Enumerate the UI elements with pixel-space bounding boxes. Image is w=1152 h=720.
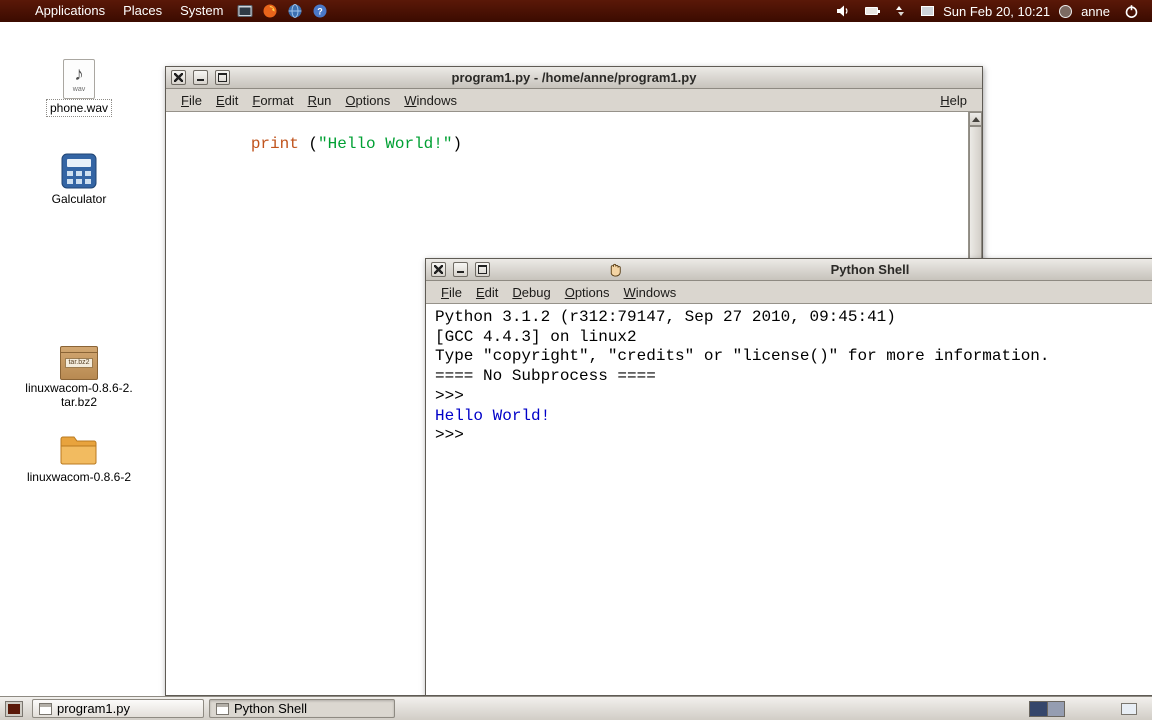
taskbar-right <box>1029 700 1147 717</box>
scroll-up-icon[interactable] <box>969 112 982 126</box>
shell-window: Python Shell File Edit Debug Options Win… <box>425 258 1152 696</box>
shell-titlebar[interactable]: Python Shell <box>426 259 1152 281</box>
firefox-launcher-icon[interactable] <box>261 3 278 20</box>
power-icon[interactable] <box>1123 3 1140 20</box>
archive-icon: tar.bz2 <box>19 336 139 380</box>
desktop-surface[interactable]: Applications Places System ? Sun Feb 20,… <box>0 0 1152 720</box>
globe-launcher-icon[interactable] <box>286 3 303 20</box>
shell-line: ==== No Subprocess ==== <box>435 367 656 386</box>
close-icon[interactable] <box>171 70 186 85</box>
svg-text:?: ? <box>317 7 323 17</box>
volume-icon[interactable] <box>835 3 852 20</box>
code-paren-open: ( <box>298 135 319 153</box>
window-controls <box>426 262 490 277</box>
shell-menubar: File Edit Debug Options Windows <box>426 281 1152 304</box>
editor-menubar: File Edit Format Run Options Windows Hel… <box>166 89 982 112</box>
desktop-icon-label: linuxwacom-0.8.6-2 <box>26 470 132 484</box>
editor-menu-windows[interactable]: Windows <box>397 93 464 108</box>
desktop-icon-galculator[interactable]: Galculator <box>19 146 139 208</box>
shell-line: Python 3.1.2 (r312:79147, Sep 27 2010, 0… <box>435 308 896 326</box>
music-note-icon: ♪ <box>74 64 84 85</box>
calculator-icon <box>19 146 139 190</box>
panel-status-area: Sun Feb 20, 10:21 anne <box>831 3 1152 20</box>
shell-prompt: >>> <box>435 426 474 445</box>
menu-system[interactable]: System <box>171 0 232 22</box>
shell-menu-edit[interactable]: Edit <box>469 285 505 300</box>
editor-menu-edit[interactable]: Edit <box>209 93 245 108</box>
show-desktop-icon[interactable] <box>5 700 23 717</box>
taskbar-button-label: program1.py <box>57 701 130 716</box>
shell-output: Hello World! <box>435 406 551 425</box>
editor-menu-run[interactable]: Run <box>301 93 339 108</box>
minimize-icon[interactable] <box>453 262 468 277</box>
menu-places[interactable]: Places <box>114 0 171 22</box>
editor-menu-options[interactable]: Options <box>338 93 397 108</box>
network-icon[interactable] <box>891 3 908 20</box>
hand-cursor-icon <box>606 260 626 285</box>
taskbar-button-editor[interactable]: program1.py <box>32 699 204 718</box>
username-label[interactable]: anne <box>1081 4 1110 19</box>
maximize-icon[interactable] <box>215 70 230 85</box>
shell-line: Type "copyright", "credits" or "license(… <box>435 347 1050 366</box>
shell-menu-windows[interactable]: Windows <box>617 285 684 300</box>
close-icon[interactable] <box>431 262 446 277</box>
editor-menu-format[interactable]: Format <box>245 93 300 108</box>
shell-text-area[interactable]: Python 3.1.2 (r312:79147, Sep 27 2010, 0… <box>426 304 1152 695</box>
desktop-icon-label: Galculator <box>51 192 107 206</box>
desktop-icon-phone-wav[interactable]: ♪ wav phone.wav <box>19 55 139 117</box>
panel-clock[interactable]: Sun Feb 20, 10:21 <box>943 4 1050 19</box>
code-keyword: print <box>250 135 299 153</box>
menu-applications[interactable]: Applications <box>26 0 114 22</box>
editor-menu-help[interactable]: Help <box>933 93 974 108</box>
window-icon <box>216 702 229 715</box>
workspace-switcher[interactable] <box>1029 700 1065 717</box>
window-icon <box>39 702 52 715</box>
editor-window-title: program1.py - /home/anne/program1.py <box>451 70 697 85</box>
code-paren-close: ) <box>452 135 463 153</box>
folder-icon <box>19 424 139 468</box>
workspace-2[interactable] <box>1047 701 1064 716</box>
tray-display-icon[interactable] <box>1121 702 1137 715</box>
shell-prompt: >>> <box>435 386 474 405</box>
user-switcher-icon[interactable] <box>1059 4 1073 18</box>
taskbar-button-label: Python Shell <box>234 701 307 716</box>
desktop-icon-label: linuxwacom-0.8.6-2. tar.bz2 <box>25 381 133 409</box>
shell-menu-debug[interactable]: Debug <box>505 285 557 300</box>
top-panel: Applications Places System ? Sun Feb 20,… <box>0 0 1152 22</box>
battery-icon[interactable] <box>865 7 881 15</box>
workspace-1[interactable] <box>1030 701 1047 716</box>
desktop-icon-label: phone.wav <box>45 99 113 117</box>
shell-menu-options[interactable]: Options <box>558 285 617 300</box>
audio-file-icon: ♪ wav <box>19 55 139 99</box>
minimize-icon[interactable] <box>193 70 208 85</box>
code-string: "Hello World!" <box>318 135 453 153</box>
display-icon[interactable] <box>921 6 935 16</box>
window-controls <box>166 70 230 85</box>
maximize-icon[interactable] <box>475 262 490 277</box>
editor-menu-file[interactable]: File <box>174 93 209 108</box>
help-launcher-icon[interactable]: ? <box>311 3 328 20</box>
desktop-icon-tarball[interactable]: tar.bz2 linuxwacom-0.8.6-2. tar.bz2 <box>19 336 139 411</box>
shell-menu-file[interactable]: File <box>434 285 469 300</box>
terminal-launcher-icon[interactable] <box>236 3 253 20</box>
taskbar: program1.py Python Shell <box>0 696 1152 720</box>
shell-line: [GCC 4.4.3] on linux2 <box>435 327 637 346</box>
shell-window-title: Python Shell <box>830 262 910 277</box>
editor-titlebar[interactable]: program1.py - /home/anne/program1.py <box>166 67 982 89</box>
taskbar-button-shell[interactable]: Python Shell <box>209 699 395 718</box>
desktop-icon-folder[interactable]: linuxwacom-0.8.6-2 <box>19 424 139 486</box>
code-line: print ("Hello World!") <box>174 114 962 174</box>
panel-menus: Applications Places System ? <box>0 0 332 22</box>
